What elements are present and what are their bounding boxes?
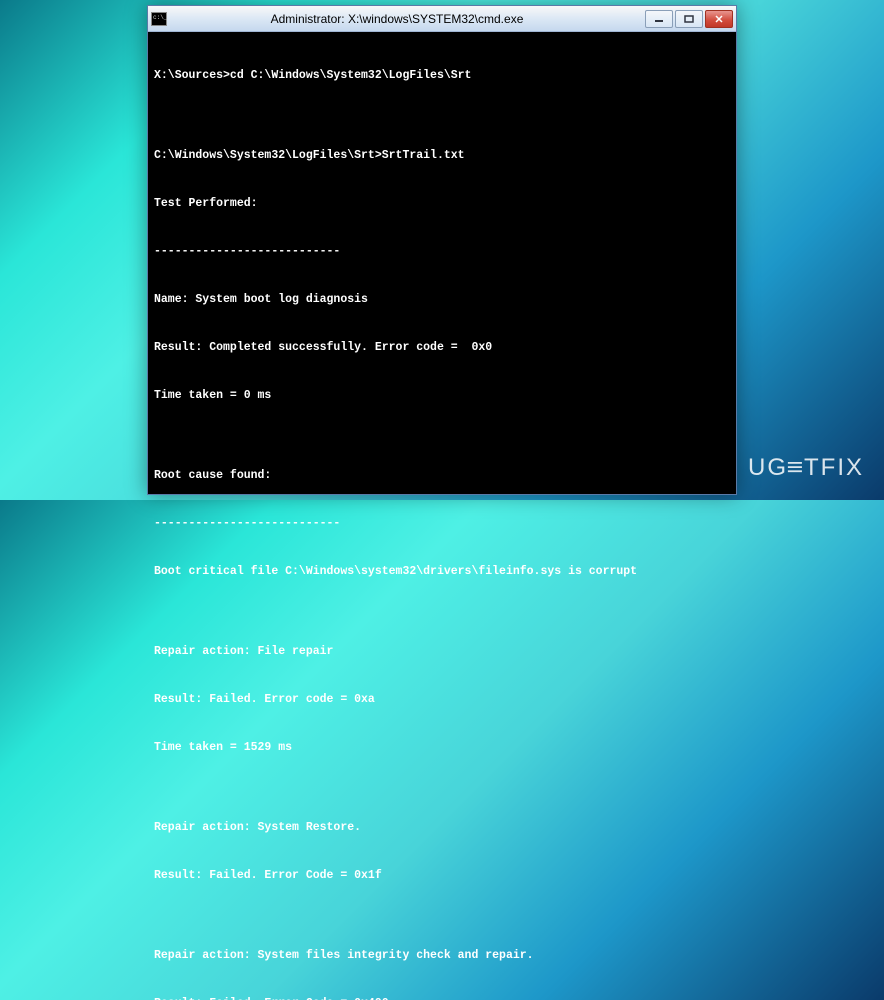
- minimize-icon: [654, 15, 664, 23]
- terminal-line: Result: Completed successfully. Error co…: [154, 340, 730, 356]
- terminal-line: C:\Windows\System32\LogFiles\Srt>SrtTrai…: [154, 148, 730, 164]
- terminal-line: ---------------------------: [154, 516, 730, 532]
- close-button[interactable]: [705, 10, 733, 28]
- terminal-line: Result: Failed. Error code = 0xa: [154, 692, 730, 708]
- terminal-output[interactable]: X:\Sources>cd C:\Windows\System32\LogFil…: [148, 32, 736, 1000]
- terminal-line: ---------------------------: [154, 244, 730, 260]
- terminal-line: Test Performed:: [154, 196, 730, 212]
- window-title: Administrator: X:\windows\SYSTEM32\cmd.e…: [149, 12, 645, 26]
- terminal-line: Time taken = 1529 ms: [154, 740, 730, 756]
- terminal-line: X:\Sources>cd C:\Windows\System32\LogFil…: [154, 68, 730, 84]
- watermark: UG≡TFIX: [748, 454, 864, 482]
- titlebar[interactable]: Administrator: X:\windows\SYSTEM32\cmd.e…: [148, 6, 736, 32]
- terminal-line: Result: Failed. Error Code = 0x1f: [154, 868, 730, 884]
- close-icon: [714, 15, 724, 23]
- terminal-line: Root cause found:: [154, 468, 730, 484]
- terminal-line: Repair action: System Restore.: [154, 820, 730, 836]
- watermark-arrow-icon: ≡: [786, 454, 805, 482]
- watermark-prefix: UG: [748, 454, 788, 481]
- minimize-button[interactable]: [645, 10, 673, 28]
- terminal-line: Boot critical file C:\Windows\system32\d…: [154, 564, 730, 580]
- window-controls: [645, 10, 733, 28]
- maximize-button[interactable]: [675, 10, 703, 28]
- watermark-suffix: TFIX: [804, 454, 864, 481]
- cmd-icon: [151, 12, 167, 26]
- terminal-line: Time taken = 0 ms: [154, 388, 730, 404]
- terminal-line: Repair action: System files integrity ch…: [154, 948, 730, 964]
- maximize-icon: [684, 15, 694, 23]
- cmd-window: Administrator: X:\windows\SYSTEM32\cmd.e…: [147, 5, 737, 495]
- terminal-line: Repair action: File repair: [154, 644, 730, 660]
- terminal-line: Name: System boot log diagnosis: [154, 292, 730, 308]
- terminal-line: Result: Failed. Error Code = 0x490: [154, 996, 730, 1000]
